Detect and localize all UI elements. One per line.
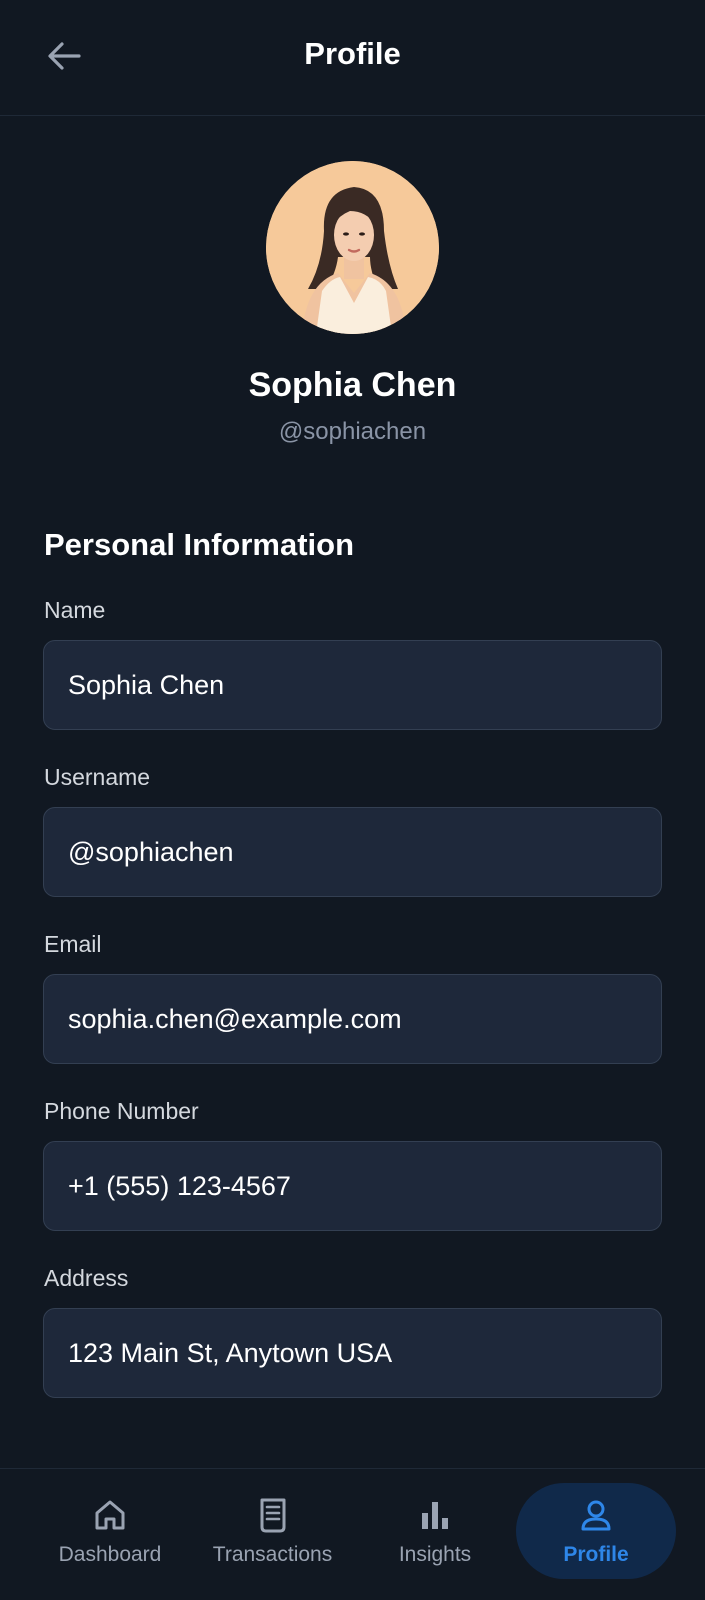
section-title: Personal Information bbox=[44, 527, 355, 562]
address-label: Address bbox=[44, 1265, 129, 1291]
nav-insights[interactable]: Insights bbox=[375, 1483, 495, 1579]
receipt-icon bbox=[256, 1495, 290, 1535]
nav-dashboard[interactable]: Dashboard bbox=[40, 1483, 180, 1579]
email-label: Email bbox=[44, 931, 102, 957]
email-field[interactable] bbox=[43, 974, 662, 1064]
top-bar: Profile bbox=[0, 0, 705, 116]
avatar[interactable] bbox=[266, 161, 439, 334]
profile-name: Sophia Chen bbox=[248, 366, 457, 404]
home-icon bbox=[93, 1495, 127, 1535]
nav-profile[interactable]: Profile bbox=[516, 1483, 676, 1579]
bar-chart-icon bbox=[419, 1495, 451, 1535]
address-field[interactable] bbox=[43, 1308, 662, 1398]
user-icon bbox=[579, 1495, 613, 1535]
nav-transactions-label: Transactions bbox=[212, 1543, 333, 1566]
bottom-nav: Dashboard Transactions Insights Profile bbox=[0, 1468, 705, 1600]
phone-label: Phone Number bbox=[44, 1098, 199, 1124]
username-field[interactable] bbox=[43, 807, 662, 897]
page-title: Profile bbox=[304, 36, 401, 71]
nav-insights-label: Insights bbox=[398, 1543, 472, 1566]
nav-transactions[interactable]: Transactions bbox=[200, 1483, 345, 1579]
nav-profile-label: Profile bbox=[563, 1543, 629, 1566]
name-field[interactable] bbox=[43, 640, 662, 730]
nav-dashboard-label: Dashboard bbox=[58, 1543, 162, 1566]
phone-field[interactable] bbox=[43, 1141, 662, 1231]
profile-screen: Profile Sophia Chen @sophiachen Personal… bbox=[0, 0, 705, 1600]
profile-handle: @sophiachen bbox=[278, 418, 427, 445]
name-label: Name bbox=[44, 597, 106, 623]
username-label: Username bbox=[44, 764, 151, 790]
